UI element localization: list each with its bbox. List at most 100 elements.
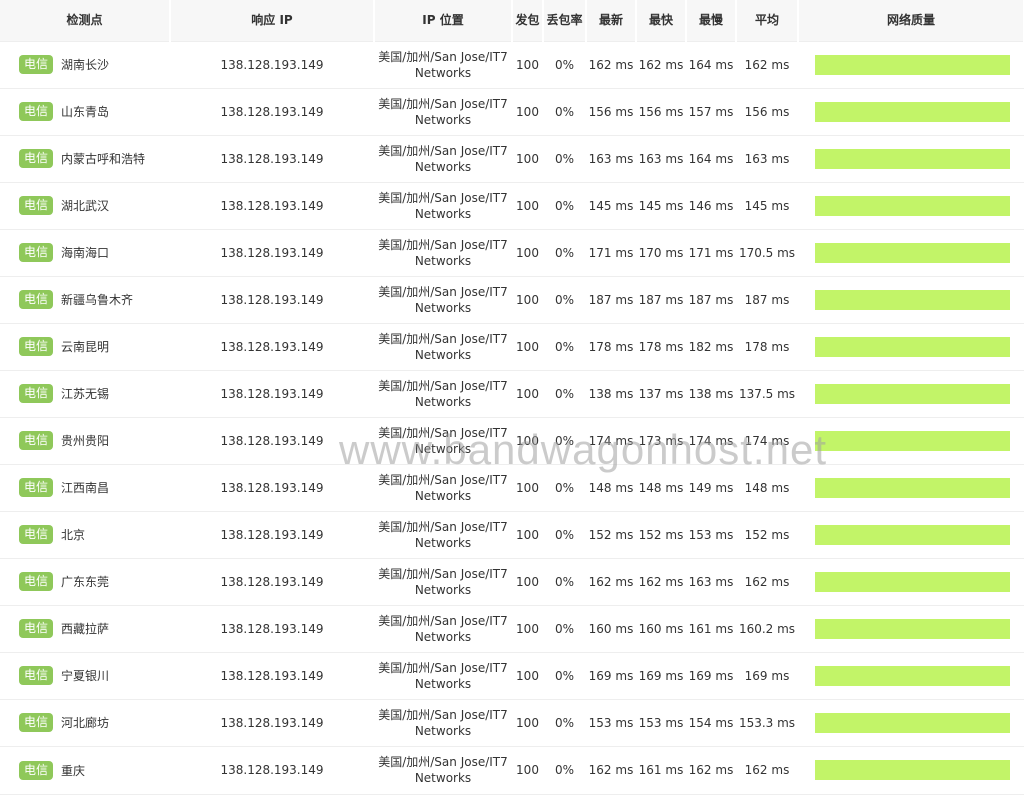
header-latest[interactable]: 最新 xyxy=(586,0,637,42)
city-name: 江西南昌 xyxy=(61,481,110,495)
ip-cell: 138.128.193.149 xyxy=(170,41,374,89)
isp-badge: 电信 xyxy=(19,384,54,403)
latest-cell: 178 ms xyxy=(586,323,636,371)
packet-loss-cell: 0% xyxy=(543,276,586,324)
ip-cell: 138.128.193.149 xyxy=(170,464,374,512)
isp-badge: 电信 xyxy=(19,666,54,685)
latest-cell: 148 ms xyxy=(586,464,636,512)
slowest-cell: 169 ms xyxy=(686,652,736,700)
packets-sent-cell: 100 xyxy=(512,323,543,371)
header-slowest[interactable]: 最慢 xyxy=(686,0,737,42)
ip-location-line2: Networks xyxy=(414,629,472,644)
packets-sent-cell: 100 xyxy=(512,746,543,795)
ip-location-line2: Networks xyxy=(414,771,472,785)
ip-location-line1: 美国/加州/San Jose/IT7 xyxy=(378,613,508,628)
slowest-cell: 163 ms xyxy=(686,558,736,606)
average-cell: 162 ms xyxy=(736,746,798,795)
ip-location-cell: 美国/加州/San Jose/IT7 Networks xyxy=(374,370,512,418)
network-quality-bar xyxy=(815,477,1010,498)
network-quality-cell xyxy=(798,464,1024,512)
header-packets-sent[interactable]: 发包 xyxy=(512,0,544,42)
network-quality-cell xyxy=(798,276,1024,324)
city-name: 西藏拉萨 xyxy=(61,622,110,636)
ip-location-cell: 美国/加州/San Jose/IT7 Networks xyxy=(374,182,512,230)
ip-cell: 138.128.193.149 xyxy=(170,699,374,747)
ip-cell: 138.128.193.149 xyxy=(170,652,374,700)
location-cell: 电信 河北廊坊 xyxy=(0,699,170,747)
network-quality-bar xyxy=(815,571,1010,592)
ip-location-line2: Networks xyxy=(414,112,472,127)
ip-location-line1: 美国/加州/San Jose/IT7 xyxy=(378,472,508,487)
network-quality-bar xyxy=(815,195,1010,216)
header-fastest[interactable]: 最快 xyxy=(636,0,687,42)
packets-sent-cell: 100 xyxy=(512,652,543,700)
network-quality-cell xyxy=(798,88,1024,136)
packet-loss-cell: 0% xyxy=(543,511,586,559)
isp-badge: 电信 xyxy=(19,760,54,780)
network-quality-cell xyxy=(798,229,1024,277)
network-quality-cell xyxy=(798,323,1024,371)
header-average[interactable]: 平均 xyxy=(736,0,799,42)
isp-badge: 电信 xyxy=(19,713,54,732)
slowest-cell: 164 ms xyxy=(686,135,736,183)
isp-badge: 电信 xyxy=(19,572,54,591)
header-location[interactable]: 检测点 xyxy=(0,0,171,42)
network-quality-bar xyxy=(815,665,1010,686)
ip-location-line2: Networks xyxy=(414,488,472,503)
ip-location-cell: 美国/加州/San Jose/IT7 Networks xyxy=(374,558,512,606)
ip-cell: 138.128.193.149 xyxy=(170,511,374,559)
fastest-cell: 145 ms xyxy=(636,182,686,230)
header-network-quality[interactable]: 网络质量 xyxy=(798,0,1024,42)
ip-location-line1: 美国/加州/San Jose/IT7 xyxy=(378,519,508,534)
table-row: 电信 湖南长沙 138.128.193.149 美国/加州/San Jose/IT7 N… xyxy=(0,41,1024,89)
ip-location-line2: Networks xyxy=(414,159,472,174)
ip-location-line2: Networks xyxy=(414,394,472,409)
ip-location-cell: 美国/加州/San Jose/IT7 Networks xyxy=(374,746,512,795)
latest-cell: 162 ms xyxy=(586,746,636,795)
average-cell: 148 ms xyxy=(736,464,798,512)
average-cell: 137.5 ms xyxy=(736,370,798,418)
packet-loss-cell: 0% xyxy=(543,182,586,230)
ip-cell: 138.128.193.149 xyxy=(170,88,374,136)
location-cell: 电信 广东东莞 xyxy=(0,558,170,606)
network-quality-cell xyxy=(798,746,1024,795)
isp-badge: 电信 xyxy=(19,196,54,215)
network-quality-bar xyxy=(815,289,1010,310)
ip-cell: 138.128.193.149 xyxy=(170,182,374,230)
latest-cell: 145 ms xyxy=(586,182,636,230)
packets-sent-cell: 100 xyxy=(512,88,543,136)
fastest-cell: 148 ms xyxy=(636,464,686,512)
location-cell: 电信 江西南昌 xyxy=(0,464,170,512)
ip-location-line2: Networks xyxy=(414,300,472,315)
table-row: 电信 内蒙古呼和浩特 138.128.193.149 美国/加州/San Jose/I… xyxy=(0,135,1024,183)
location-cell: 电信 江苏无锡 xyxy=(0,370,170,418)
city-name: 重庆 xyxy=(61,763,86,778)
location-cell: 电信 北京 xyxy=(0,511,170,559)
isp-badge: 电信 xyxy=(19,55,54,74)
city-name: 江苏无锡 xyxy=(61,387,110,401)
slowest-cell: 138 ms xyxy=(686,370,736,418)
average-cell: 153.3 ms xyxy=(736,699,798,747)
header-ip-location[interactable]: IP 位置 xyxy=(374,0,513,42)
packets-sent-cell: 100 xyxy=(512,605,543,653)
ip-location-line1: 美国/加州/San Jose/IT7 xyxy=(378,755,508,769)
location-cell: 电信 西藏拉萨 xyxy=(0,605,170,653)
network-quality-cell xyxy=(798,370,1024,418)
table-row: 电信 贵州贵阳 138.128.193.149 美国/加州/San Jose/IT7 N… xyxy=(0,417,1024,465)
ip-location-line1: 美国/加州/San Jose/IT7 xyxy=(378,49,508,64)
average-cell: 145 ms xyxy=(736,182,798,230)
header-packet-loss[interactable]: 丢包率 xyxy=(543,0,587,42)
table-row: 电信 新疆乌鲁木齐 138.128.193.149 美国/加州/San Jose/IT… xyxy=(0,276,1024,324)
isp-badge: 电信 xyxy=(19,243,54,262)
network-quality-cell xyxy=(798,699,1024,747)
ip-cell: 138.128.193.149 xyxy=(170,558,374,606)
city-name: 广东东莞 xyxy=(61,575,110,589)
ip-location-line2: Networks xyxy=(414,253,472,268)
header-response-ip[interactable]: 响应 IP xyxy=(170,0,375,42)
fastest-cell: 153 ms xyxy=(636,699,686,747)
city-name: 贵州贵阳 xyxy=(61,434,110,448)
network-quality-bar xyxy=(815,760,1010,780)
slowest-cell: 157 ms xyxy=(686,88,736,136)
packet-loss-cell: 0% xyxy=(543,605,586,653)
packets-sent-cell: 100 xyxy=(512,511,543,559)
